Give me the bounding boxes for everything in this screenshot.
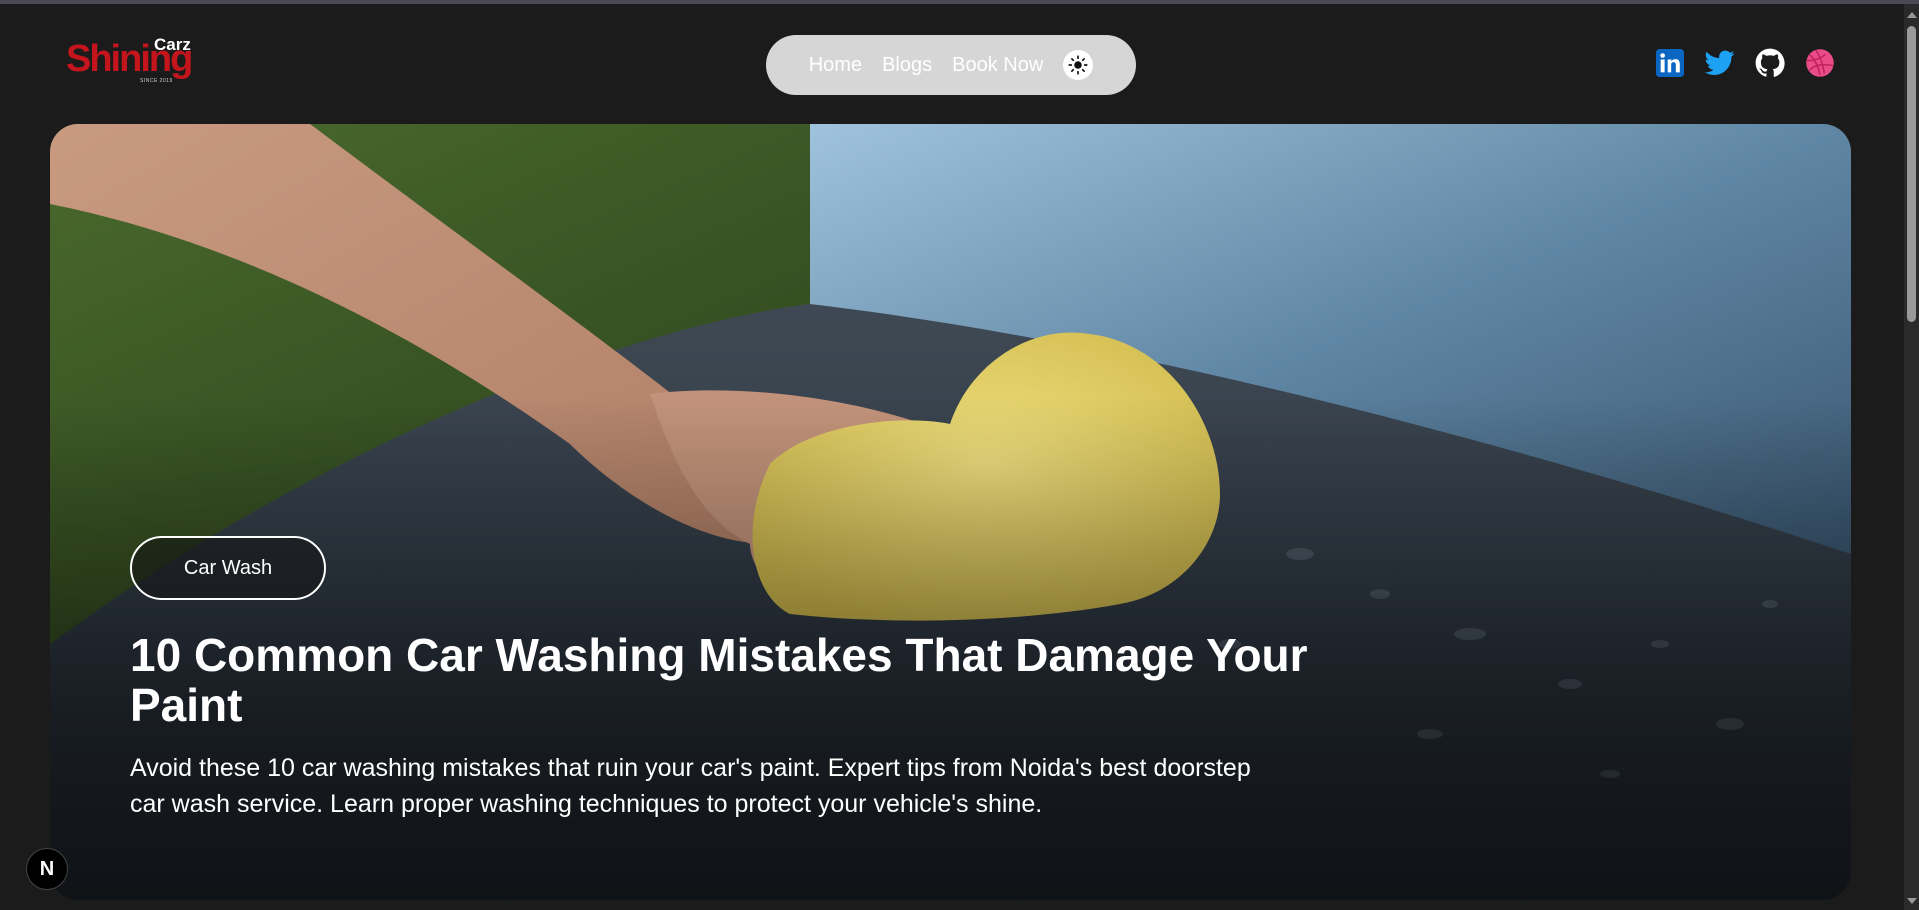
category-tag-button[interactable]: Car Wash xyxy=(130,536,326,600)
linkedin-icon xyxy=(1656,49,1684,77)
article-description: Avoid these 10 car washing mistakes that… xyxy=(130,754,1251,818)
github-icon xyxy=(1755,48,1785,77)
nav-blogs-link[interactable]: Blogs xyxy=(882,54,932,77)
article-title: 10 Common Car Washing Mistakes That Dama… xyxy=(130,629,1308,731)
twitter-icon xyxy=(1705,50,1735,75)
hero-banner: Car Wash 10 Common Car Washing Mistakes … xyxy=(50,124,1851,900)
scroll-down-arrow-icon[interactable] xyxy=(1907,898,1917,904)
window-top-border xyxy=(0,0,1919,4)
nav-book-now-link[interactable]: Book Now xyxy=(952,54,1043,77)
scroll-up-arrow-icon[interactable] xyxy=(1907,12,1917,18)
linkedin-link[interactable] xyxy=(1655,48,1685,78)
twitter-link[interactable] xyxy=(1705,48,1735,78)
github-link[interactable] xyxy=(1755,48,1785,78)
page-scrollbar[interactable] xyxy=(1904,4,1919,910)
scrollbar-thumb[interactable] xyxy=(1907,26,1916,322)
dribbble-link[interactable] xyxy=(1805,48,1835,78)
logo-sub-text: Carz xyxy=(154,35,191,54)
logo-since-text: SINCE 2019 xyxy=(140,78,173,84)
sun-icon xyxy=(1068,55,1088,75)
dribbble-icon xyxy=(1806,49,1834,77)
logo[interactable]: Shining Carz SINCE 2019 xyxy=(64,36,194,88)
main-nav: Home Blogs Book Now xyxy=(766,35,1136,95)
nextjs-dev-badge[interactable]: N xyxy=(26,848,68,890)
nav-home-link[interactable]: Home xyxy=(809,54,862,77)
social-links xyxy=(1655,48,1835,78)
theme-toggle-button[interactable] xyxy=(1063,50,1094,80)
